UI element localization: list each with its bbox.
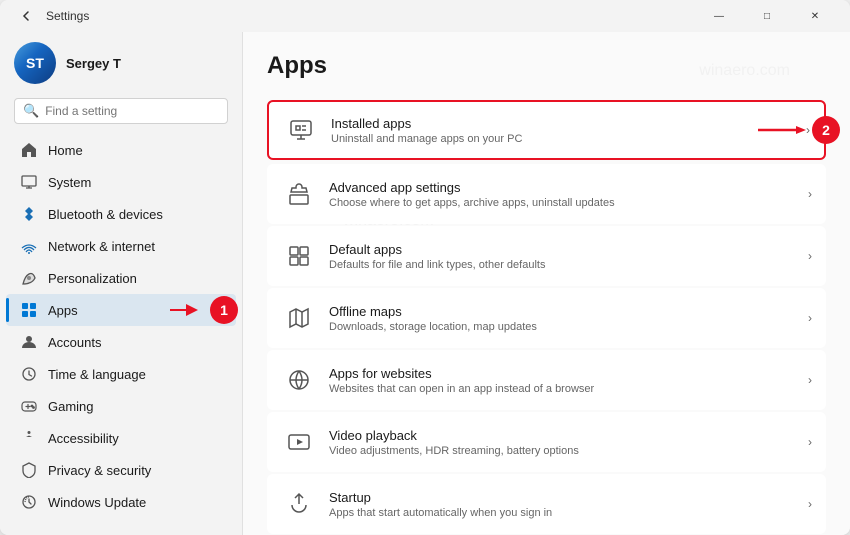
startup-chevron: ›: [808, 497, 812, 511]
video-playback-desc: Video adjustments, HDR streaming, batter…: [329, 445, 800, 457]
user-name: Sergey T: [66, 56, 121, 71]
offline-maps-icon: [281, 300, 317, 336]
offline-maps-item[interactable]: Offline maps Downloads, storage location…: [267, 288, 826, 348]
search-icon: 🔍: [23, 103, 39, 119]
system-icon: [20, 173, 38, 191]
apps-for-websites-icon: [281, 362, 317, 398]
sidebar-item-accessibility[interactable]: Accessibility: [6, 422, 236, 454]
avatar-image: ST: [14, 42, 56, 84]
advanced-app-settings-icon: [281, 176, 317, 212]
gaming-icon: [20, 397, 38, 415]
titlebar: Settings — □ ✕: [0, 0, 850, 32]
offline-maps-text: Offline maps Downloads, storage location…: [329, 304, 800, 333]
close-button[interactable]: ✕: [792, 0, 838, 32]
default-apps-desc: Defaults for file and link types, other …: [329, 259, 800, 271]
bluetooth-icon: [20, 205, 38, 223]
advanced-app-settings-text: Advanced app settings Choose where to ge…: [329, 180, 800, 209]
sidebar-item-bluetooth-label: Bluetooth & devices: [48, 207, 163, 222]
offline-maps-chevron: ›: [808, 311, 812, 325]
network-icon: [20, 237, 38, 255]
sidebar-item-home-label: Home: [48, 143, 83, 158]
avatar: ST: [14, 42, 56, 84]
sidebar-item-privacy[interactable]: Privacy & security: [6, 454, 236, 486]
apps-for-websites-desc: Websites that can open in an app instead…: [329, 383, 800, 395]
privacy-icon: [20, 461, 38, 479]
sidebar-item-accounts-label: Accounts: [48, 335, 101, 350]
personalization-icon: [20, 269, 38, 287]
settings-list: Installed apps Uninstall and manage apps…: [267, 100, 826, 534]
advanced-chevron: ›: [808, 187, 812, 201]
sidebar: ST Sergey T 🔍 Home System: [0, 32, 242, 535]
user-section: ST Sergey T: [0, 32, 242, 98]
default-apps-text: Default apps Defaults for file and link …: [329, 242, 800, 271]
startup-icon: [281, 486, 317, 522]
installed-apps-item[interactable]: Installed apps Uninstall and manage apps…: [267, 100, 826, 160]
advanced-app-settings-item[interactable]: Advanced app settings Choose where to ge…: [267, 164, 826, 224]
main-panel: winaero.com winaero.com winaero.com wina…: [242, 32, 850, 535]
content-area: ST Sergey T 🔍 Home System: [0, 32, 850, 535]
sidebar-item-home[interactable]: Home: [6, 134, 236, 166]
installed-apps-text: Installed apps Uninstall and manage apps…: [331, 116, 798, 145]
accounts-icon: [20, 333, 38, 351]
startup-desc: Apps that start automatically when you s…: [329, 507, 800, 519]
time-icon: [20, 365, 38, 383]
installed-apps-desc: Uninstall and manage apps on your PC: [331, 133, 798, 145]
video-playback-title: Video playback: [329, 428, 800, 443]
advanced-app-settings-title: Advanced app settings: [329, 180, 800, 195]
startup-text: Startup Apps that start automatically wh…: [329, 490, 800, 519]
sidebar-item-time-label: Time & language: [48, 367, 146, 382]
sidebar-item-accessibility-label: Accessibility: [48, 431, 119, 446]
sidebar-item-system[interactable]: System: [6, 166, 236, 198]
default-apps-item[interactable]: Default apps Defaults for file and link …: [267, 226, 826, 286]
sidebar-item-personalization[interactable]: Personalization: [6, 262, 236, 294]
offline-maps-title: Offline maps: [329, 304, 800, 319]
back-button[interactable]: [12, 2, 40, 30]
video-playback-icon: [281, 424, 317, 460]
maximize-button[interactable]: □: [744, 0, 790, 32]
window-title: Settings: [46, 9, 696, 23]
sidebar-item-windows-update[interactable]: Windows Update: [6, 486, 236, 518]
windows-update-icon: [20, 493, 38, 511]
sidebar-item-apps[interactable]: Apps 1: [6, 294, 236, 326]
search-box[interactable]: 🔍: [14, 98, 228, 124]
settings-window: Settings — □ ✕ ST Sergey T 🔍: [0, 0, 850, 535]
accessibility-icon: [20, 429, 38, 447]
page-title: Apps: [267, 52, 826, 80]
sidebar-item-network[interactable]: Network & internet: [6, 230, 236, 262]
search-input[interactable]: [45, 104, 219, 118]
apps-for-websites-chevron: ›: [808, 373, 812, 387]
installed-apps-chevron: ›: [806, 123, 810, 137]
sidebar-item-gaming[interactable]: Gaming: [6, 390, 236, 422]
sidebar-item-windows-update-label: Windows Update: [48, 495, 146, 510]
installed-apps-icon: [283, 112, 319, 148]
window-controls: — □ ✕: [696, 0, 838, 32]
startup-item[interactable]: Startup Apps that start automatically wh…: [267, 474, 826, 534]
offline-maps-desc: Downloads, storage location, map updates: [329, 321, 800, 333]
apps-for-websites-text: Apps for websites Websites that can open…: [329, 366, 800, 395]
minimize-button[interactable]: —: [696, 0, 742, 32]
annotation-badge-1: 1: [210, 296, 238, 324]
sidebar-item-network-label: Network & internet: [48, 239, 155, 254]
home-icon: [20, 141, 38, 159]
video-playback-chevron: ›: [808, 435, 812, 449]
sidebar-item-personalization-label: Personalization: [48, 271, 137, 286]
advanced-app-settings-desc: Choose where to get apps, archive apps, …: [329, 197, 800, 209]
default-apps-title: Default apps: [329, 242, 800, 257]
sidebar-item-apps-label: Apps: [48, 303, 78, 318]
sidebar-item-accounts[interactable]: Accounts: [6, 326, 236, 358]
apps-for-websites-title: Apps for websites: [329, 366, 800, 381]
apps-icon: [20, 301, 38, 319]
default-apps-icon: [281, 238, 317, 274]
default-apps-chevron: ›: [808, 249, 812, 263]
apps-for-websites-item[interactable]: Apps for websites Websites that can open…: [267, 350, 826, 410]
sidebar-item-gaming-label: Gaming: [48, 399, 94, 414]
sidebar-item-privacy-label: Privacy & security: [48, 463, 151, 478]
sidebar-item-system-label: System: [48, 175, 91, 190]
video-playback-item[interactable]: Video playback Video adjustments, HDR st…: [267, 412, 826, 472]
installed-apps-title: Installed apps: [331, 116, 798, 131]
sidebar-item-time[interactable]: Time & language: [6, 358, 236, 390]
startup-title: Startup: [329, 490, 800, 505]
video-playback-text: Video playback Video adjustments, HDR st…: [329, 428, 800, 457]
sidebar-item-bluetooth[interactable]: Bluetooth & devices: [6, 198, 236, 230]
